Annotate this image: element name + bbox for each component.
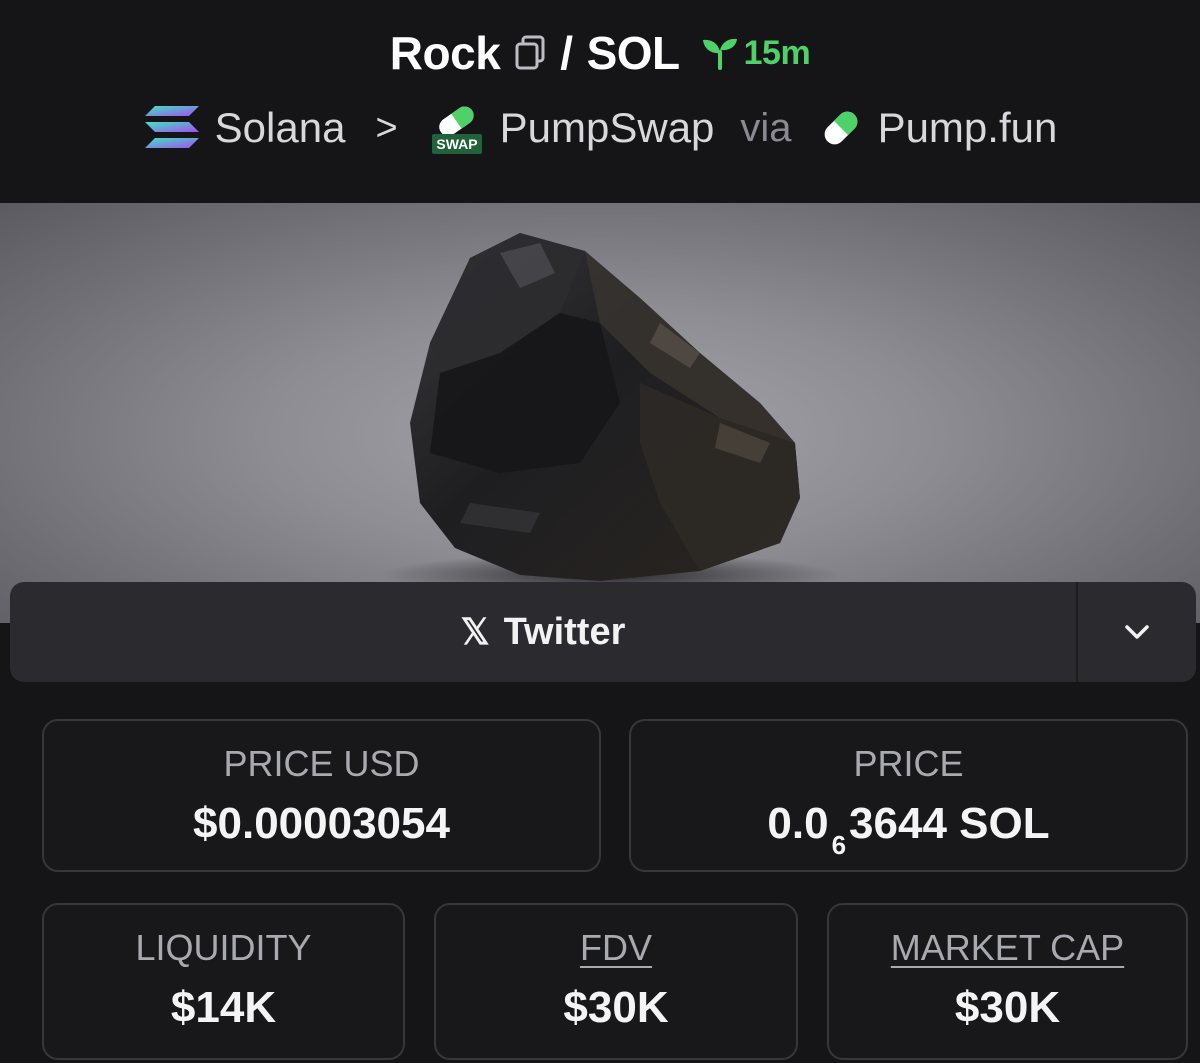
price-native-label: PRICE [853,743,964,784]
solana-logo-icon [143,104,201,152]
social-links-bar: 𝕏 Twitter [10,582,1196,682]
price-native-card: PRICE 0.0 63644 SOL [629,719,1188,872]
quote-symbol: SOL [586,27,681,79]
liquidity-value: $14K [170,983,277,1032]
price-usd-value: $0.00003054 [193,799,450,848]
token-symbol: Rock [389,27,501,79]
pair-breadcrumb: Solana > SWAP PumpSwap via Pump.fun [0,100,1200,156]
pumpswap-logo-icon: SWAP [428,100,486,156]
pumpfun-pill-icon [818,105,864,151]
price-native-prefix: 0.0 [767,799,829,848]
pumpswap-badge-text: SWAP [436,136,477,152]
copy-icon[interactable] [514,35,548,71]
pair-separator: / [560,27,573,79]
pair-age-text: 15m [743,33,811,72]
seedling-icon [702,38,737,70]
market-cap-label[interactable]: MARKET CAP [829,927,1186,969]
pair-header: Rock / SOL 15m Solana > SWAP PumpSwap vi… [0,0,1200,203]
more-links-button[interactable] [1078,582,1196,682]
fdv-value: $30K [563,983,669,1032]
price-usd-card: PRICE USD $0.00003054 [42,719,601,872]
price-native-suffix: 3644 SOL [849,799,1050,848]
dex-link[interactable]: PumpSwap [500,104,715,152]
liquidity-label: LIQUIDITY [135,927,312,968]
market-cap-card[interactable]: MARKET CAP $30K [827,903,1188,1060]
price-native-value: 0.0 63644 SOL [631,799,1186,860]
pair-age: 15m [700,34,811,73]
twitter-label: Twitter [503,610,626,653]
token-banner-image [0,203,1200,623]
chain-link[interactable]: Solana [215,104,346,152]
liquidity-card: LIQUIDITY $14K [42,903,405,1060]
x-logo-icon: 𝕏 [460,611,490,652]
via-label: via [740,105,792,150]
twitter-link-button[interactable]: 𝕏 Twitter [10,582,1076,682]
fdv-label[interactable]: FDV [436,927,796,969]
fdv-card[interactable]: FDV $30K [434,903,798,1060]
price-native-zero-count: 6 [831,830,847,860]
launchpad-link[interactable]: Pump.fun [878,104,1058,152]
chevron-down-icon [1125,625,1149,639]
price-usd-label: PRICE USD [223,743,420,784]
pair-title: Rock / SOL 15m [0,26,1200,80]
rock-illustration [410,233,800,581]
market-cap-value: $30K [954,983,1061,1032]
breadcrumb-separator: > [375,106,398,149]
